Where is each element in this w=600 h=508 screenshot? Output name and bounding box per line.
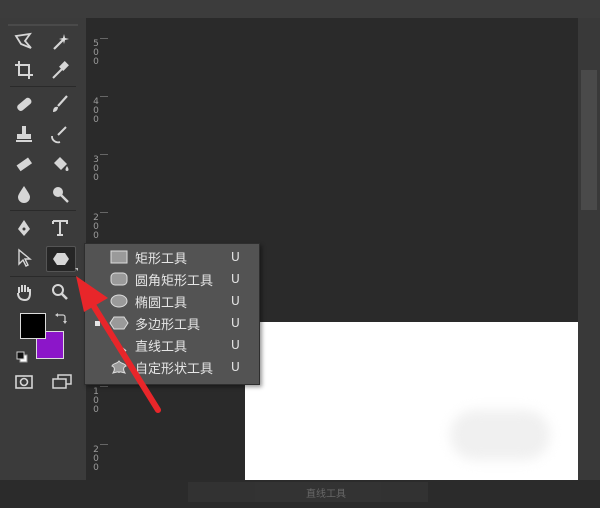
hand-icon (17, 285, 31, 302)
path-selection-arrow-icon (18, 248, 32, 267)
hand-tool[interactable] (10, 280, 38, 304)
menu-item-shortcut: U (231, 294, 240, 308)
ruler-label: 200 (93, 213, 99, 241)
blurred-status-text: 直线工具 (306, 489, 346, 500)
crop-icon (15, 61, 33, 79)
paint-bucket-icon (54, 157, 69, 171)
blur-drop-icon (18, 186, 30, 203)
brush-icon (53, 95, 68, 112)
menu-item-shortcut: U (231, 360, 240, 374)
paint-bucket-tool[interactable] (46, 152, 74, 176)
pen-icon (18, 220, 30, 236)
clone-stamp-tool[interactable] (10, 122, 38, 146)
type-tool[interactable] (46, 216, 74, 240)
crop-tool[interactable] (10, 58, 38, 82)
blur-tool[interactable] (10, 182, 38, 206)
dodge-icon (53, 187, 69, 203)
ruler-label: 300 (93, 155, 99, 183)
menu-item-shortcut: U (231, 272, 240, 286)
bandage-icon (17, 97, 32, 111)
eraser-tool[interactable] (10, 152, 38, 176)
menu-item-shortcut: U (231, 316, 240, 330)
top-bar (0, 0, 600, 19)
quick-mask-button[interactable] (10, 370, 38, 394)
scrollbar-thumb[interactable] (581, 70, 597, 210)
stamp-icon (16, 126, 32, 142)
dodge-tool[interactable] (46, 182, 74, 206)
pen-tool[interactable] (10, 216, 38, 240)
magic-wand-icon (53, 34, 69, 50)
menu-item-shortcut: U (231, 250, 240, 264)
magic-wand-tool[interactable] (46, 30, 74, 54)
history-brush-icon (51, 126, 67, 144)
type-t-icon (52, 220, 68, 236)
foreground-color-swatch[interactable] (20, 313, 46, 339)
toolbar-separator (10, 210, 76, 211)
default-colors-icon[interactable] (16, 348, 28, 363)
menu-item-shortcut: U (231, 338, 240, 352)
polygonal-lasso-tool[interactable] (10, 30, 38, 54)
eyedropper-icon (52, 61, 69, 79)
ruler-label: 500 (93, 39, 99, 67)
ruler-label: 400 (93, 97, 99, 125)
quick-mask-icon (15, 375, 33, 389)
blurred-status-region: 直线工具 (188, 482, 428, 502)
brush-tool[interactable] (46, 92, 74, 116)
canvas-blur-artifact (450, 410, 550, 460)
history-brush-tool[interactable] (46, 122, 74, 146)
toolbar-separator (10, 86, 76, 87)
polygonal-lasso-icon (14, 32, 32, 49)
eraser-icon (16, 157, 33, 172)
eyedropper-tool[interactable] (46, 58, 74, 82)
toolbar-grip (8, 24, 78, 26)
path-selection-tool[interactable] (10, 246, 38, 270)
ruler-label: 200 (93, 445, 99, 473)
annotation-arrow-icon (76, 276, 161, 413)
spot-healing-brush-tool[interactable] (10, 92, 38, 116)
